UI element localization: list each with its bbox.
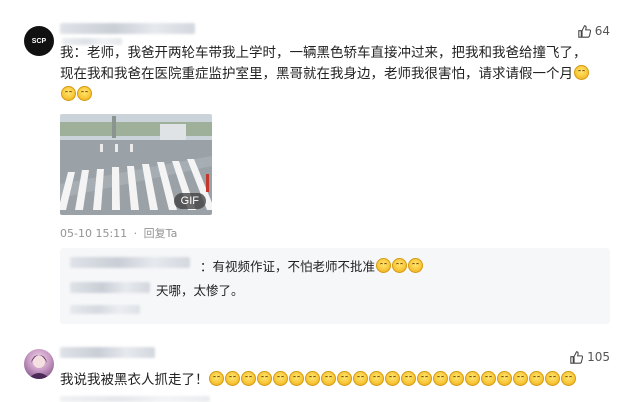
grinning-face-emoji: [353, 371, 368, 386]
thumbs-up-icon: [570, 350, 584, 364]
grinning-face-emoji: [417, 371, 432, 386]
comment-meta-redacted: [60, 396, 210, 402]
grinning-face-emoji: [573, 65, 589, 80]
avatar-label: SCP: [31, 37, 47, 45]
grinning-face-emoji: [257, 371, 272, 386]
grinning-face-emoji: [561, 371, 576, 386]
grinning-face-emoji: [545, 371, 560, 386]
more-replies-redacted[interactable]: [70, 305, 140, 314]
timestamp: 05-10 15:11: [60, 227, 128, 240]
grinning-face-emoji: [369, 371, 384, 386]
reply-username-redacted[interactable]: [70, 282, 150, 293]
gif-badge: GIF: [173, 193, 206, 209]
grinning-face-emoji: [385, 371, 400, 386]
grinning-face-emoji: [76, 86, 92, 101]
avatar[interactable]: SCP: [24, 26, 54, 56]
like-count: 105: [587, 350, 610, 364]
reply-link[interactable]: 回复Ta: [144, 227, 178, 240]
grinning-face-emoji: [209, 371, 224, 386]
like-count: 64: [594, 24, 610, 38]
grinning-face-emoji: [407, 258, 423, 273]
grinning-face-emoji: [529, 371, 544, 386]
gif-thumbnail[interactable]: GIF: [60, 114, 212, 215]
grinning-face-emoji: [289, 371, 304, 386]
comment-text: 我说我被黑衣人抓走了！: [60, 368, 577, 393]
thumbs-up-icon: [578, 24, 591, 38]
username-redacted[interactable]: [60, 23, 195, 34]
grinning-face-emoji: [433, 371, 448, 386]
comment-text-line-3: [60, 83, 92, 108]
avatar[interactable]: [24, 349, 54, 379]
grinning-face-emoji: [60, 86, 76, 101]
grinning-face-emoji: [481, 371, 496, 386]
grinning-face-emoji: [305, 371, 320, 386]
comment-meta: 05-10 15:11 · 回复Ta: [60, 225, 177, 241]
grinning-face-emoji: [375, 258, 391, 273]
like-button[interactable]: 105: [570, 350, 610, 364]
grinning-face-emoji: [273, 371, 288, 386]
grinning-face-emoji: [321, 371, 336, 386]
replies-panel: ：有视频作证，不怕老师不批准 天哪，太惨了。: [60, 248, 610, 324]
reply-item: ：有视频作证，不怕老师不批准: [200, 256, 423, 275]
grinning-face-emoji: [513, 371, 528, 386]
grinning-face-emoji: [497, 371, 512, 386]
grinning-face-emoji: [391, 258, 407, 273]
like-button[interactable]: 64: [578, 24, 610, 38]
grinning-face-emoji: [465, 371, 480, 386]
grinning-face-emoji: [337, 371, 352, 386]
grinning-face-emoji: [241, 371, 256, 386]
reply-username-redacted[interactable]: [70, 257, 190, 268]
reply-item: 天哪，太惨了。: [156, 283, 244, 298]
username-redacted[interactable]: [60, 347, 155, 358]
grinning-face-emoji: [225, 371, 240, 386]
comment-text-line-2: 现在我和我爸在医院重症监护室里，黑哥就在我身边，老师我很害怕，请求请假一个月: [60, 62, 589, 87]
meta-separator: ·: [133, 227, 138, 240]
grinning-face-emoji: [401, 371, 416, 386]
grinning-face-emoji: [449, 371, 464, 386]
avatar-portrait: [28, 355, 50, 379]
